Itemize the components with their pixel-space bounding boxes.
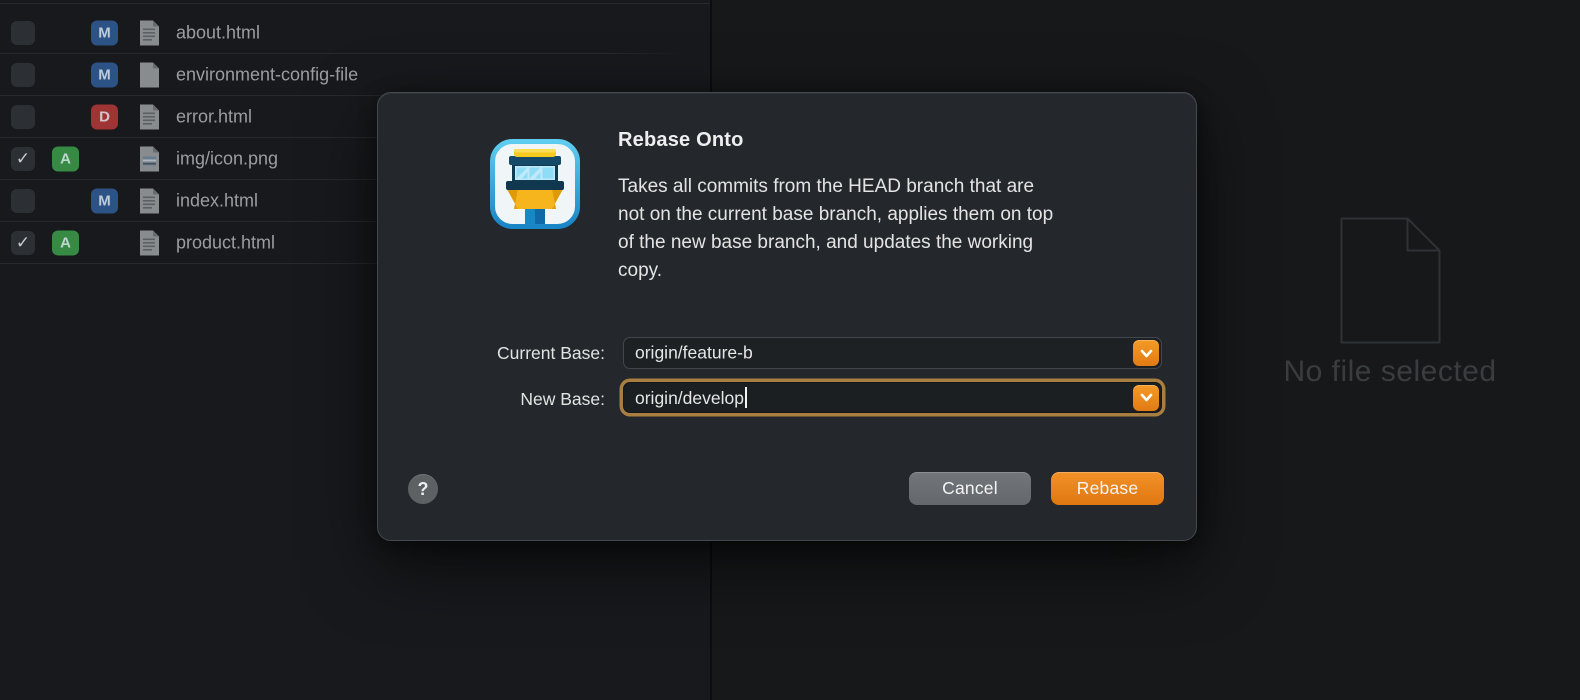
file-checkbox[interactable]: ✓ <box>11 189 35 213</box>
doc-text-icon <box>138 230 161 257</box>
chevron-down-icon <box>1140 393 1153 402</box>
page-title: Rebase Onto <box>618 129 744 152</box>
new-base-label: New Base: <box>378 389 605 410</box>
description-line: Takes all commits from the HEAD branch t… <box>618 173 1053 201</box>
file-name: error.html <box>176 107 252 128</box>
file-checkbox[interactable]: ✓ <box>11 105 35 129</box>
file-name: product.html <box>176 233 275 254</box>
text-cursor <box>745 387 747 408</box>
doc-plain-icon <box>138 62 161 89</box>
status-badge: A <box>52 147 79 172</box>
description-line: not on the current base branch, applies … <box>618 201 1053 229</box>
current-base-dropdown-button[interactable] <box>1133 340 1159 366</box>
description-line: of the new base branch, and updates the … <box>618 229 1053 257</box>
empty-state-message: No file selected <box>1150 355 1580 389</box>
file-checkbox[interactable]: ✓ <box>11 147 35 171</box>
status-badge: M <box>91 189 118 214</box>
file-checkbox[interactable]: ✓ <box>11 21 35 45</box>
status-badge: M <box>91 63 118 88</box>
new-base-input-value[interactable]: origin/develop <box>635 387 747 409</box>
cancel-button[interactable]: Cancel <box>909 472 1031 505</box>
doc-text-icon <box>138 104 161 131</box>
new-base-combobox[interactable]: origin/develop <box>623 382 1162 413</box>
file-name: img/icon.png <box>176 149 278 170</box>
file-name: index.html <box>176 191 258 212</box>
doc-image-icon <box>138 146 161 173</box>
file-checkbox[interactable]: ✓ <box>11 63 35 87</box>
dialog-description: Takes all commits from the HEAD branch t… <box>618 173 1053 285</box>
doc-text-icon <box>138 20 161 47</box>
chevron-down-icon <box>1140 349 1153 358</box>
tower-app-icon <box>490 139 580 229</box>
file-name: about.html <box>176 23 260 44</box>
status-badge: D <box>91 105 118 130</box>
file-name: environment-config-file <box>176 65 358 86</box>
table-row[interactable]: ✓ M about.html <box>0 12 710 54</box>
status-badge: M <box>91 21 118 46</box>
rebase-onto-dialog: Rebase Onto Takes all commits from the H… <box>377 92 1197 541</box>
new-base-dropdown-button[interactable] <box>1133 385 1159 411</box>
description-line: copy. <box>618 257 1053 285</box>
help-button[interactable]: ? <box>408 474 438 504</box>
table-row[interactable]: ✓ M environment-config-file <box>0 54 710 96</box>
current-base-value[interactable]: origin/feature-b <box>635 343 753 364</box>
doc-text-icon <box>138 188 161 215</box>
file-checkbox[interactable]: ✓ <box>11 231 35 255</box>
current-base-combobox[interactable]: origin/feature-b <box>623 337 1162 369</box>
document-outline-icon <box>1340 217 1441 344</box>
current-base-label: Current Base: <box>378 343 605 364</box>
rebase-button[interactable]: Rebase <box>1051 472 1164 505</box>
status-badge: A <box>52 231 79 256</box>
